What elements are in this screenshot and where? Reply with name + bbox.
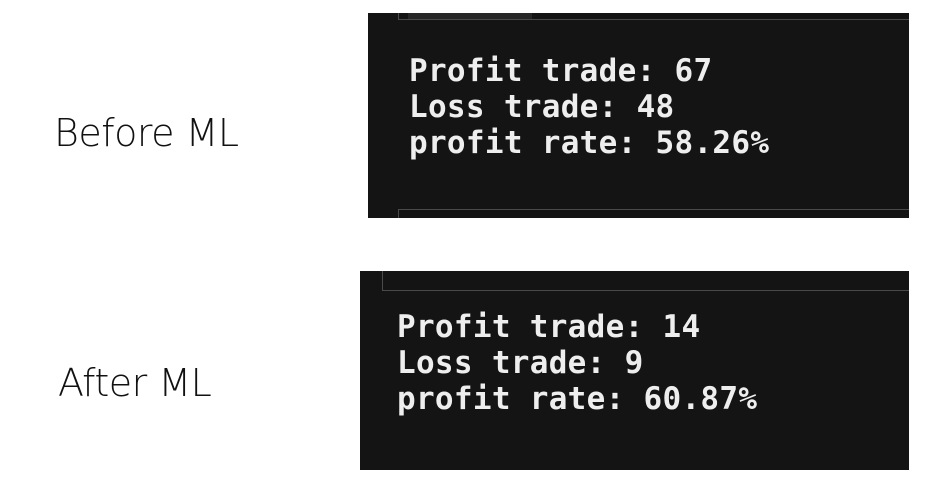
terminal-output-lines: Profit trade: 67 Loss trade: 48 profit r… [409, 53, 769, 161]
profit-rate-line: profit rate: 60.87% [397, 381, 758, 417]
terminal-pane-edge-bottom [398, 209, 909, 218]
terminal-output-lines: Profit trade: 14 Loss trade: 9 profit ra… [397, 309, 757, 417]
profit-trade-line: Profit trade: 14 [397, 309, 701, 345]
profit-trade-line: Profit trade: 67 [409, 53, 713, 89]
loss-trade-line: Loss trade: 9 [397, 345, 644, 381]
profit-rate-line: profit rate: 58.26% [409, 125, 770, 161]
terminal-pane-tab [408, 13, 532, 19]
loss-trade-line: Loss trade: 48 [409, 89, 675, 125]
terminal-pane-edge-top [382, 271, 909, 291]
after-ml-label: After ML [58, 361, 212, 405]
before-ml-label: Before ML [54, 111, 239, 155]
after-ml-terminal-output: Profit trade: 14 Loss trade: 9 profit ra… [360, 271, 909, 470]
before-ml-terminal-output: Profit trade: 67 Loss trade: 48 profit r… [368, 13, 909, 218]
